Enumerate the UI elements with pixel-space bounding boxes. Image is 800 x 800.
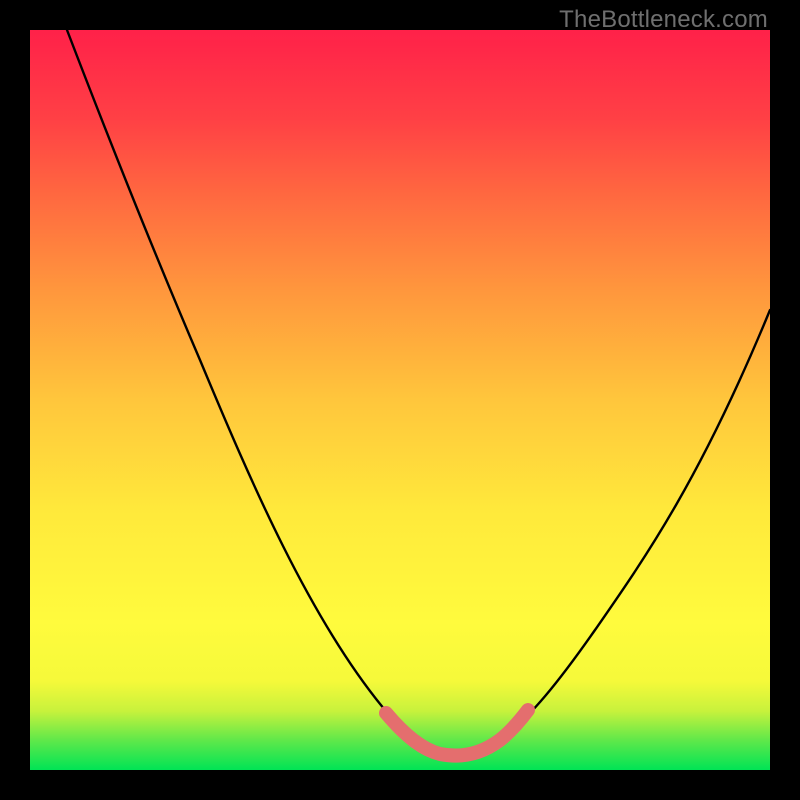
chart-plot-area bbox=[30, 30, 770, 770]
chart-frame: TheBottleneck.com bbox=[0, 0, 800, 800]
bottleneck-curve bbox=[67, 30, 770, 756]
highlight-segment bbox=[386, 710, 528, 756]
chart-svg bbox=[30, 30, 770, 770]
